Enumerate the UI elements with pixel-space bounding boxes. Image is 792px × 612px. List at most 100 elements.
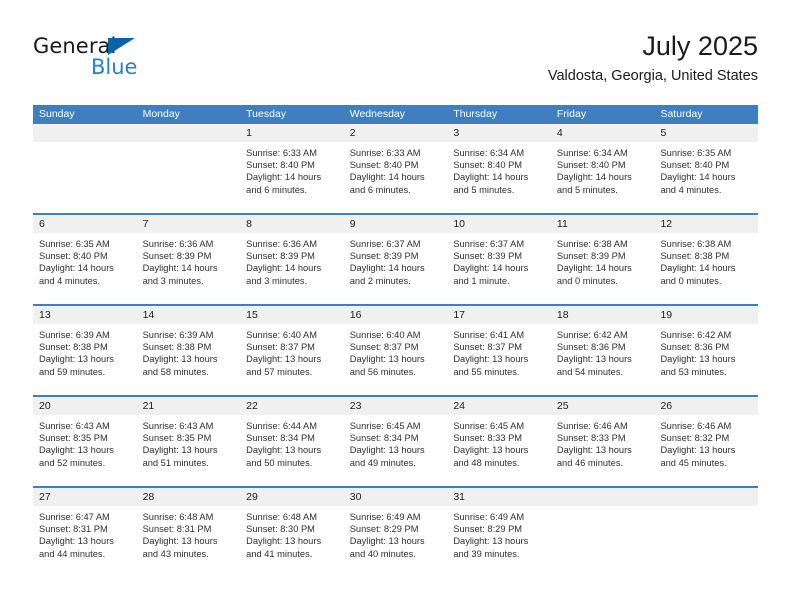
day-number-band: 11	[550, 215, 655, 233]
sunset-text: Sunset: 8:40 PM	[39, 251, 108, 262]
daylight-text-line1: Daylight: 13 hours	[556, 354, 632, 365]
day-cell-29[interactable]: 29 Sunrise: 6:48 AM Sunset: 8:30 PM Dayligh…	[240, 488, 344, 577]
day-cell-3[interactable]: 3 Sunrise: 6:34 AM Sunset: 8:40 PM Daylight…	[447, 124, 551, 213]
weekday-header-wednesday: Wednesday	[349, 108, 405, 120]
day-cell-18[interactable]: 18 Sunrise: 6:42 AM Sunset: 8:36 PM Dayligh…	[550, 306, 655, 395]
daylight-text-line1: Daylight: 13 hours	[142, 354, 218, 365]
day-cell-5[interactable]: 5 Sunrise: 6:35 AM Sunset: 8:40 PM Daylight…	[654, 124, 759, 213]
sunset-text: Sunset: 8:40 PM	[453, 160, 523, 171]
day-number: 23	[349, 400, 362, 412]
day-cell-empty	[654, 488, 759, 577]
day-cell-14[interactable]: 14 Sunrise: 6:39 AM Sunset: 8:38 PM Dayligh…	[136, 306, 241, 395]
day-number-band: 30	[343, 488, 448, 506]
daylight-text-line1: Daylight: 13 hours	[142, 536, 218, 547]
day-number-band: 4	[550, 124, 655, 142]
day-cell-23[interactable]: 23 Sunrise: 6:45 AM Sunset: 8:34 PM Dayligh…	[343, 397, 448, 486]
day-cell-4[interactable]: 4 Sunrise: 6:34 AM Sunset: 8:40 PM Daylight…	[550, 124, 655, 213]
sunset-text: Sunset: 8:31 PM	[142, 524, 212, 535]
sunrise-text: Sunrise: 6:36 AM	[246, 239, 317, 249]
day-cell-17[interactable]: 17 Sunrise: 6:41 AM Sunset: 8:37 PM Dayligh…	[447, 306, 551, 395]
day-cell-12[interactable]: 12 Sunrise: 6:38 AM Sunset: 8:38 PM Dayligh…	[654, 215, 759, 304]
day-cell-19[interactable]: 19 Sunrise: 6:42 AM Sunset: 8:36 PM Dayligh…	[654, 306, 759, 395]
daylight-text-line1: Daylight: 14 hours	[39, 263, 114, 274]
sunrise-text: Sunrise: 6:43 AM	[142, 421, 214, 431]
day-cell-6[interactable]: 6 Sunrise: 6:35 AM Sunset: 8:40 PM Daylight…	[33, 215, 137, 304]
sunset-text: Sunset: 8:38 PM	[142, 342, 212, 353]
day-number: 2	[349, 127, 356, 139]
day-info: Sunrise: 6:45 AM Sunset: 8:33 PM Daylight:…	[447, 415, 551, 469]
day-cell-2[interactable]: 2 Sunrise: 6:33 AM Sunset: 8:40 PM Daylight…	[343, 124, 448, 213]
daylight-text-line2: and 56 minutes.	[349, 366, 416, 377]
day-info: Sunrise: 6:42 AM Sunset: 8:36 PM Daylight:…	[654, 324, 758, 378]
daylight-text-line2: and 4 minutes.	[660, 184, 722, 195]
day-cell-15[interactable]: 15 Sunrise: 6:40 AM Sunset: 8:37 PM Dayligh…	[240, 306, 344, 395]
day-cell-30[interactable]: 30 Sunrise: 6:49 AM Sunset: 8:29 PM Dayligh…	[343, 488, 448, 577]
triangle-icon	[108, 38, 135, 55]
day-number: 13	[39, 309, 51, 321]
day-cell-10[interactable]: 10 Sunrise: 6:37 AM Sunset: 8:39 PM Dayligh…	[447, 215, 551, 304]
day-cell-20[interactable]: 20 Sunrise: 6:43 AM Sunset: 8:35 PM Dayligh…	[33, 397, 137, 486]
sunrise-text: Sunrise: 6:42 AM	[660, 330, 732, 340]
day-cell-16[interactable]: 16 Sunrise: 6:40 AM Sunset: 8:37 PM Dayligh…	[343, 306, 448, 395]
day-number-band	[550, 488, 655, 506]
sunrise-text: Sunrise: 6:46 AM	[556, 421, 628, 431]
day-cell-27[interactable]: 27 Sunrise: 6:47 AM Sunset: 8:31 PM Dayligh…	[33, 488, 137, 577]
sunrise-text: Sunrise: 6:37 AM	[453, 239, 525, 249]
page-title: July 2025	[642, 31, 758, 61]
day-cell-25[interactable]: 25 Sunrise: 6:46 AM Sunset: 8:33 PM Dayligh…	[550, 397, 655, 486]
daylight-text-line2: and 48 minutes.	[453, 457, 520, 468]
day-info: Sunrise: 6:36 AM Sunset: 8:39 PM Daylight:…	[137, 233, 241, 287]
day-info: Sunrise: 6:35 AM Sunset: 8:40 PM Daylight:…	[654, 142, 758, 196]
sunrise-text: Sunrise: 6:44 AM	[246, 421, 317, 431]
day-cell-empty	[136, 124, 241, 213]
day-info: Sunrise: 6:39 AM Sunset: 8:38 PM Daylight:…	[137, 324, 241, 378]
day-cell-7[interactable]: 7 Sunrise: 6:36 AM Sunset: 8:39 PM Daylight…	[136, 215, 241, 304]
day-info: Sunrise: 6:39 AM Sunset: 8:38 PM Daylight:…	[33, 324, 137, 378]
weekday-header-row: Sunday Monday Tuesday Wednesday Thursday Frid…	[33, 105, 758, 124]
day-info: Sunrise: 6:48 AM Sunset: 8:31 PM Daylight:…	[137, 506, 241, 560]
day-number-band: 22	[240, 397, 344, 415]
day-cell-26[interactable]: 26 Sunrise: 6:46 AM Sunset: 8:32 PM Dayligh…	[654, 397, 759, 486]
daylight-text-line2: and 5 minutes.	[453, 184, 515, 195]
day-cell-31[interactable]: 31 Sunrise: 6:49 AM Sunset: 8:29 PM Dayligh…	[447, 488, 551, 577]
sunrise-text: Sunrise: 6:49 AM	[349, 512, 421, 522]
day-cell-24[interactable]: 24 Sunrise: 6:45 AM Sunset: 8:33 PM Dayligh…	[447, 397, 551, 486]
day-cell-9[interactable]: 9 Sunrise: 6:37 AM Sunset: 8:39 PM Daylight…	[343, 215, 448, 304]
weekday-header-sunday: Sunday	[39, 108, 75, 120]
daylight-text-line1: Daylight: 13 hours	[349, 354, 425, 365]
sunrise-text: Sunrise: 6:48 AM	[246, 512, 317, 522]
day-number-band: 25	[550, 397, 655, 415]
calendar-week-row: 13 Sunrise: 6:39 AM Sunset: 8:38 PM Dayligh…	[33, 306, 759, 397]
day-cell-1[interactable]: 1 Sunrise: 6:33 AM Sunset: 8:40 PM Daylight…	[240, 124, 344, 213]
day-number-band: 12	[654, 215, 759, 233]
sunset-text: Sunset: 8:39 PM	[142, 251, 212, 262]
day-number-band: 7	[136, 215, 241, 233]
day-number: 9	[349, 218, 356, 230]
day-info: Sunrise: 6:48 AM Sunset: 8:30 PM Daylight:…	[240, 506, 344, 560]
day-cell-28[interactable]: 28 Sunrise: 6:48 AM Sunset: 8:31 PM Dayligh…	[136, 488, 241, 577]
brand-logo[interactable]: General Blue	[33, 34, 253, 90]
day-cell-21[interactable]: 21 Sunrise: 6:43 AM Sunset: 8:35 PM Dayligh…	[136, 397, 241, 486]
day-cell-22[interactable]: 22 Sunrise: 6:44 AM Sunset: 8:34 PM Dayligh…	[240, 397, 344, 486]
sunrise-text: Sunrise: 6:35 AM	[660, 148, 732, 158]
day-number-band: 2	[343, 124, 448, 142]
day-number-band: 28	[136, 488, 241, 506]
day-cell-11[interactable]: 11 Sunrise: 6:38 AM Sunset: 8:39 PM Dayligh…	[550, 215, 655, 304]
daylight-text-line1: Daylight: 13 hours	[453, 536, 529, 547]
day-cell-8[interactable]: 8 Sunrise: 6:36 AM Sunset: 8:39 PM Daylight…	[240, 215, 344, 304]
sunset-text: Sunset: 8:39 PM	[556, 251, 626, 262]
sunset-text: Sunset: 8:40 PM	[556, 160, 626, 171]
daylight-text-line1: Daylight: 13 hours	[453, 445, 529, 456]
day-number-band	[136, 124, 241, 142]
daylight-text-line2: and 1 minute.	[453, 275, 510, 286]
daylight-text-line1: Daylight: 13 hours	[39, 536, 114, 547]
daylight-text-line2: and 53 minutes.	[660, 366, 727, 377]
day-number: 31	[453, 491, 465, 503]
day-number-band: 23	[343, 397, 448, 415]
page-header: General Blue July 2025 Valdosta, Georgia…	[33, 30, 758, 98]
daylight-text-line1: Daylight: 13 hours	[142, 445, 218, 456]
daylight-text-line1: Daylight: 13 hours	[556, 445, 632, 456]
sunrise-text: Sunrise: 6:39 AM	[39, 330, 110, 340]
day-cell-13[interactable]: 13 Sunrise: 6:39 AM Sunset: 8:38 PM Dayligh…	[33, 306, 137, 395]
day-info: Sunrise: 6:41 AM Sunset: 8:37 PM Daylight:…	[447, 324, 551, 378]
